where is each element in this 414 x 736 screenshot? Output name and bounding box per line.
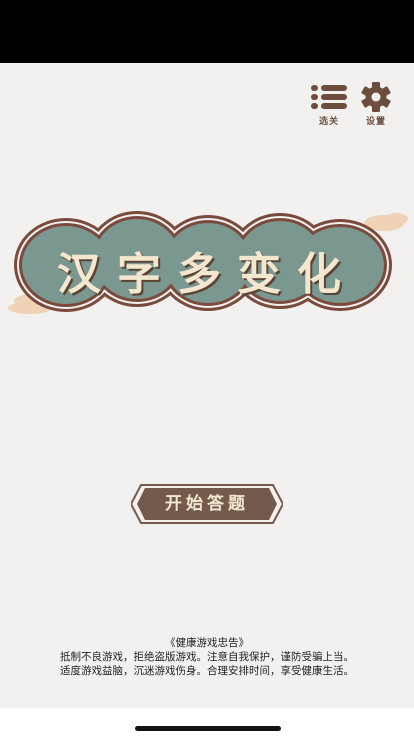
level-select-label: 选关 — [318, 117, 339, 127]
game-title-badge: 汉字多变化 — [0, 205, 414, 325]
start-quiz-label: 开始答题 — [165, 494, 249, 514]
start-quiz-button[interactable]: 开始答题 — [131, 483, 283, 525]
settings-button[interactable]: 设置 — [354, 82, 398, 128]
health-notice-heading: 《健康游戏忠告》 — [165, 637, 249, 649]
settings-label: 设置 — [365, 117, 386, 127]
game-title: 汉字多变化 — [57, 249, 357, 300]
health-notice-line-1: 抵制不良游戏，拒绝盗版游戏。注意自我保护，谨防受骗上当。 — [60, 651, 354, 663]
list-icon — [311, 85, 347, 109]
home-indicator-area — [0, 708, 414, 736]
home-indicator[interactable] — [135, 726, 281, 731]
level-select-button[interactable]: 选关 — [307, 82, 351, 128]
status-bar — [0, 0, 414, 63]
gear-icon — [361, 82, 391, 112]
health-notice: 《健康游戏忠告》 抵制不良游戏，拒绝盗版游戏。注意自我保护，谨防受骗上当。 适度… — [0, 636, 414, 678]
health-notice-line-2: 适度游戏益脑，沉迷游戏伤身。合理安排时间，享受健康生活。 — [60, 665, 354, 677]
